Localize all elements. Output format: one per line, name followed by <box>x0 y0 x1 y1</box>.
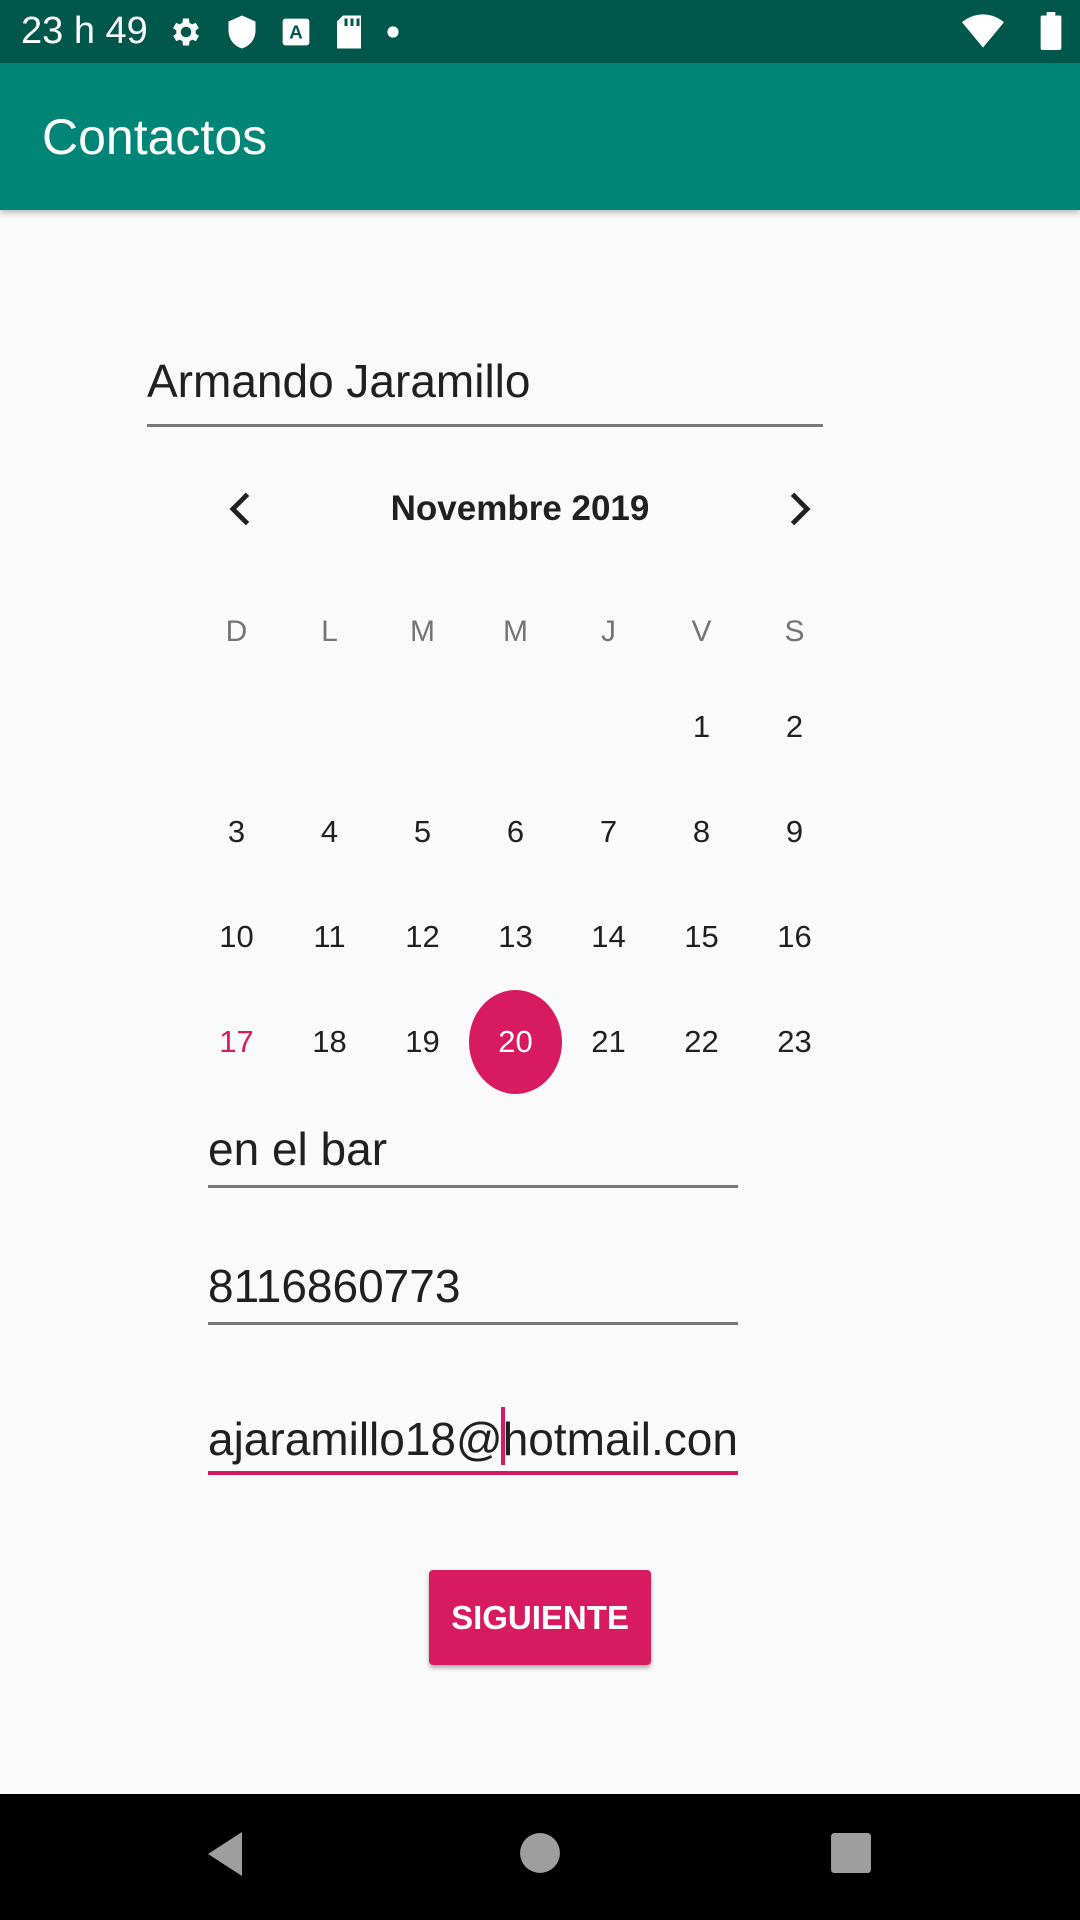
phone-input-underline <box>208 1322 738 1325</box>
calendar-week-row: 17 18 19 20 21 22 23 <box>190 989 843 1094</box>
calendar-day-label: 14 <box>591 918 626 954</box>
weekday-label: S <box>784 615 805 648</box>
wifi-icon <box>962 14 1004 48</box>
calendar-day-selected[interactable]: 20 <box>469 989 562 1094</box>
battery-icon <box>1040 12 1062 50</box>
calendar-day-label: 10 <box>219 918 254 954</box>
month-label: Novembre 2019 <box>390 489 650 528</box>
calendar-day[interactable]: 23 <box>748 989 841 1094</box>
calendar-empty-cell <box>283 674 376 779</box>
svg-text:A: A <box>289 22 302 43</box>
calendar-day-label: 3 <box>227 813 246 849</box>
calendar-day-label: 6 <box>506 813 525 849</box>
calendar-day-label: 1 <box>692 708 711 744</box>
app-title: Contactos <box>42 109 268 165</box>
description-input-underline <box>208 1185 738 1188</box>
back-icon[interactable] <box>205 1830 247 1883</box>
name-input-underline <box>147 424 823 427</box>
email-text-before-cursor: ajaramillo18@ <box>208 1413 503 1465</box>
calendar-day-label: 8 <box>692 813 711 849</box>
calendar-day-label: 12 <box>405 918 440 954</box>
calendar-day[interactable]: 15 <box>655 884 748 989</box>
calendar-day-label: 7 <box>599 813 618 849</box>
weekday-label: M <box>503 615 528 648</box>
calendar-day[interactable]: 10 <box>190 884 283 989</box>
calendar-empty-cell <box>376 674 469 779</box>
phone-input[interactable]: 8116860773 <box>208 1259 738 1313</box>
calendar-empty-cell <box>469 674 562 779</box>
calendar-day-label: 17 <box>219 1023 254 1059</box>
weekday-label: M <box>410 615 435 648</box>
description-input[interactable]: en el bar <box>208 1122 738 1176</box>
calendar-day-label: 21 <box>591 1023 626 1059</box>
dot-icon <box>386 25 400 39</box>
calendar-day-label: 4 <box>320 813 339 849</box>
app-bar: Contactos <box>0 63 1080 210</box>
calendar-day[interactable]: 9 <box>748 779 841 884</box>
calendar-day[interactable]: 16 <box>748 884 841 989</box>
recents-icon[interactable] <box>830 1832 872 1879</box>
status-icons-right <box>962 11 1062 51</box>
calendar-day-label: 2 <box>785 708 804 744</box>
siguiente-button[interactable]: SIGUIENTE <box>429 1570 651 1665</box>
calendar-header: Novembre 2019 <box>220 475 820 545</box>
calendar-day[interactable]: 3 <box>190 779 283 884</box>
navigation-bar <box>0 1794 1080 1920</box>
chevron-right-icon <box>790 492 811 526</box>
email-input-underline <box>208 1471 738 1475</box>
next-month-button[interactable] <box>776 487 820 531</box>
calendar-day[interactable]: 19 <box>376 989 469 1094</box>
calendar-day[interactable]: 8 <box>655 779 748 884</box>
calendar-day[interactable]: 14 <box>562 884 655 989</box>
weekday-label: V <box>691 615 712 648</box>
calendar-week-row: 10 11 12 13 14 15 16 <box>190 884 843 989</box>
email-input[interactable]: ajaramillo18@hotmail.con <box>208 1407 738 1466</box>
calendar-day[interactable]: 7 <box>562 779 655 884</box>
calendar-day[interactable]: 13 <box>469 884 562 989</box>
calendar-day[interactable]: 12 <box>376 884 469 989</box>
calendar-day-label: 23 <box>777 1023 812 1059</box>
weekday-label: J <box>601 615 616 648</box>
weekday-label: L <box>321 615 338 648</box>
home-icon[interactable] <box>519 1832 561 1879</box>
calendar-days: 1 2 3 4 5 6 7 8 9 10 11 12 13 14 15 16 17 18 19 20 21 22 23 <box>190 674 843 1094</box>
calendar-day-label: 9 <box>785 813 804 849</box>
shield-icon <box>226 14 258 50</box>
sd-card-icon <box>334 14 364 50</box>
weekday-row: D L M M J V S <box>190 600 843 664</box>
calendar-day-label: 19 <box>405 1023 440 1059</box>
calendar-day[interactable]: 1 <box>655 674 748 779</box>
calendar-day[interactable]: 4 <box>283 779 376 884</box>
calendar-day-label: 16 <box>777 918 812 954</box>
calendar-day[interactable]: 5 <box>376 779 469 884</box>
calendar-day[interactable]: 17 <box>190 989 283 1094</box>
font-a-icon: A <box>280 16 312 48</box>
calendar-grid: D L M M J V S 1 2 3 4 5 6 7 8 9 10 11 12 13 14 15 16 17 1… <box>190 600 843 1094</box>
calendar-empty-cell <box>562 674 655 779</box>
calendar-day-label: 20 <box>469 989 562 1094</box>
status-icons-left: A <box>168 13 400 51</box>
calendar-day-label: 13 <box>498 918 533 954</box>
calendar-week-row: 12 <box>190 674 843 779</box>
calendar-day-label: 11 <box>313 918 346 954</box>
calendar-day[interactable]: 22 <box>655 989 748 1094</box>
calendar-day[interactable]: 6 <box>469 779 562 884</box>
email-text-after-cursor: hotmail.con <box>502 1413 738 1465</box>
calendar-day-label: 22 <box>684 1023 719 1059</box>
calendar-day[interactable]: 18 <box>283 989 376 1094</box>
status-bar: 23 h 49 A <box>0 0 1080 63</box>
calendar-empty-cell <box>190 674 283 779</box>
status-time: 23 h 49 <box>21 10 148 52</box>
calendar-day-label: 15 <box>684 918 719 954</box>
calendar-day-label: 18 <box>312 1023 347 1059</box>
calendar-day-label: 5 <box>413 813 432 849</box>
settings-icon <box>168 14 204 50</box>
calendar-day[interactable]: 11 <box>283 884 376 989</box>
calendar-day[interactable]: 21 <box>562 989 655 1094</box>
weekday-label: D <box>225 615 248 648</box>
calendar-day[interactable]: 2 <box>748 674 841 779</box>
name-input[interactable]: Armando Jaramillo <box>147 354 823 408</box>
calendar-week-row: 3 4 5 6 7 8 9 <box>190 779 843 884</box>
